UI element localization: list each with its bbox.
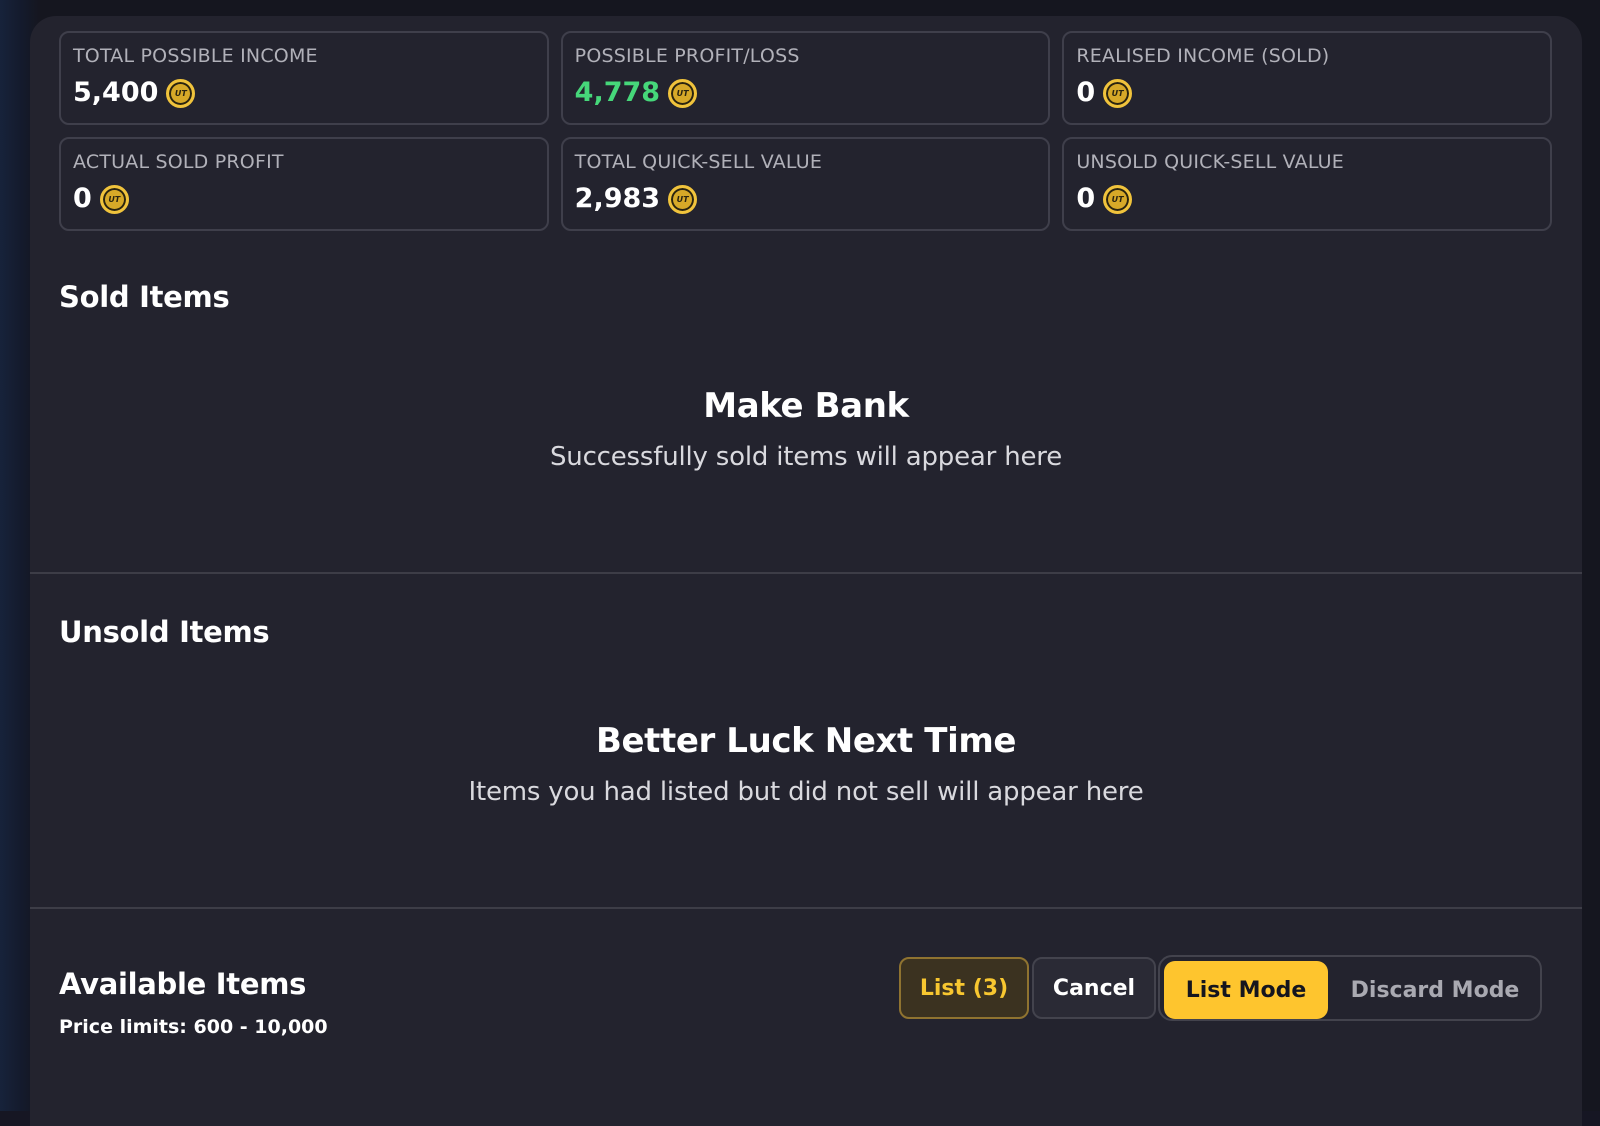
unsold-empty-title: Better Luck Next Time [595,721,1017,761]
coin-glyph: UT [174,88,187,98]
stat-value: 0 [73,183,92,214]
stat-label: POSSIBLE PROFIT/LOSS [574,45,800,67]
available-items-heading: Available Items [59,967,307,1001]
section-divider [30,572,1582,574]
coin-icon: UT [1103,78,1133,108]
coin-glyph: UT [108,194,121,204]
coin-icon: UT [99,184,129,214]
coin-glyph: UT [676,194,689,204]
stat-label: UNSOLD QUICK-SELL VALUE [1076,151,1344,173]
stat-value: 2,983 [574,183,661,214]
stat-label: REALISED INCOME (SOLD) [1076,45,1330,67]
stat-label: TOTAL POSSIBLE INCOME [73,45,318,67]
coin-icon: UT [166,78,196,108]
list-button[interactable]: List (3) [899,957,1029,1019]
stat-label: TOTAL QUICK-SELL VALUE [574,151,823,173]
sold-items-empty-state: Make Bank Successfully sold items will a… [30,386,1582,472]
mode-toggle-group: List Mode Discard Mode [1158,955,1542,1021]
list-mode-button[interactable]: List Mode [1164,961,1328,1019]
coin-glyph: UT [676,88,689,98]
stat-actual-sold-profit: ACTUAL SOLD PROFIT 0 UT [59,137,549,231]
transfer-summary-panel: TOTAL POSSIBLE INCOME 5,400 UT POSSIBLE … [30,16,1582,1126]
unsold-empty-subtitle: Items you had listed but did not sell wi… [468,777,1144,807]
coin-glyph: UT [1111,194,1124,204]
stat-value: 4,778 [574,77,661,108]
stat-value: 5,400 [73,77,159,108]
unsold-items-heading: Unsold Items [59,615,270,649]
stat-possible-profit-loss: POSSIBLE PROFIT/LOSS 4,778 UT [560,31,1051,125]
stat-total-possible-income: TOTAL POSSIBLE INCOME 5,400 UT [59,31,549,125]
sold-empty-subtitle: Successfully sold items will appear here [549,442,1062,472]
stat-value: 0 [1076,77,1096,108]
sold-items-heading: Sold Items [59,280,230,314]
price-limits-text: Price limits: 600 - 10,000 [59,1016,328,1038]
stat-total-quick-sell-value: TOTAL QUICK-SELL VALUE 2,983 UT [560,137,1051,231]
stat-unsold-quick-sell-value: UNSOLD QUICK-SELL VALUE 0 UT [1062,137,1552,231]
unsold-items-empty-state: Better Luck Next Time Items you had list… [30,721,1582,807]
stat-value: 0 [1076,183,1096,214]
discard-mode-button[interactable]: Discard Mode [1332,961,1538,1019]
coin-icon: UT [668,78,698,108]
stat-realised-income: REALISED INCOME (SOLD) 0 UT [1062,31,1552,125]
stats-grid: TOTAL POSSIBLE INCOME 5,400 UT POSSIBLE … [59,31,1552,231]
coin-icon: UT [668,184,698,214]
cancel-button[interactable]: Cancel [1032,957,1156,1019]
stat-label: ACTUAL SOLD PROFIT [73,151,284,173]
sold-empty-title: Make Bank [703,386,909,426]
coin-icon: UT [1103,184,1133,214]
section-divider [30,907,1582,909]
coin-glyph: UT [1111,88,1124,98]
